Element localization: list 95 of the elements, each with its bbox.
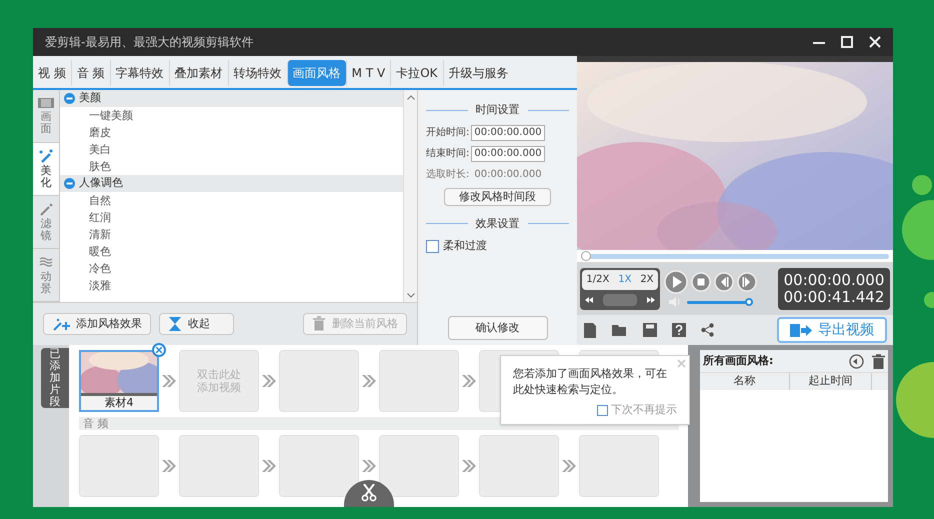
- stop-icon[interactable]: [691, 272, 711, 292]
- double-chevron-icon: [261, 459, 277, 473]
- new-file-icon[interactable]: [583, 322, 597, 338]
- progress-thumb[interactable]: [581, 251, 591, 261]
- tree-item[interactable]: 肤色: [60, 158, 403, 175]
- save-icon[interactable]: [643, 323, 657, 337]
- field-label: 开始时间:: [426, 126, 470, 140]
- tab[interactable]: 视 频: [33, 60, 71, 86]
- video-clip[interactable]: 素材4: [79, 350, 159, 412]
- magic-wand-icon: [38, 202, 54, 216]
- tree-group[interactable]: 美颜: [60, 90, 403, 107]
- tree-group[interactable]: 人像调色: [60, 175, 403, 192]
- collapse-icon[interactable]: [64, 93, 75, 104]
- progress-slider[interactable]: [581, 251, 889, 261]
- double-chevron-icon: [561, 459, 577, 473]
- trash-icon[interactable]: [872, 354, 885, 368]
- locate-icon[interactable]: [849, 354, 864, 368]
- clip-label: 素材4: [104, 396, 134, 410]
- speed-option[interactable]: 2X: [640, 272, 654, 287]
- input-field[interactable]: 00:00:00.000: [471, 146, 545, 162]
- play-icon[interactable]: [664, 270, 688, 294]
- field-label: 结束时间:: [426, 146, 470, 161]
- film-icon: [38, 97, 54, 109]
- checkbox[interactable]: [426, 240, 439, 253]
- double-chevron-icon: [361, 459, 377, 473]
- tree-item[interactable]: 自然: [60, 192, 403, 209]
- side-tab[interactable]: 滤镜: [33, 196, 59, 249]
- modify-time-button[interactable]: 修改风格时间段: [444, 188, 551, 206]
- volume-slider[interactable]: [686, 298, 752, 306]
- scroll-up-icon[interactable]: [406, 94, 414, 100]
- help-icon[interactable]: [672, 323, 686, 337]
- input-field[interactable]: 00:00:00.000: [471, 124, 545, 140]
- toolbar-button[interactable]: 添加风格效果: [43, 313, 151, 335]
- section-title: 时间设置: [476, 102, 520, 118]
- double-chevron-icon: [461, 459, 477, 473]
- magic-wand-icon: [38, 149, 54, 163]
- double-chevron-icon: [261, 374, 277, 388]
- tree-item[interactable]: 美白: [60, 141, 403, 158]
- tree-item[interactable]: 红润: [60, 209, 403, 226]
- empty-slot[interactable]: [279, 435, 359, 497]
- tree-item[interactable]: 暖色: [60, 243, 403, 260]
- scroll-down-icon[interactable]: [406, 292, 414, 298]
- tree-item[interactable]: 一键美颜: [60, 107, 403, 124]
- window-title: 爱剪辑-最易用、最强大的视频剪辑软件: [45, 34, 254, 51]
- tooltip-text: 您若添加了画面风格效果，可在此处快速检索与定位。: [513, 366, 668, 398]
- double-chevron-icon: [161, 374, 177, 388]
- scrollbar[interactable]: [403, 90, 417, 302]
- tab[interactable]: 音 频: [70, 60, 110, 86]
- checkbox-label: 柔和过渡: [443, 238, 487, 254]
- duration-value: 00:00:00.000: [473, 168, 543, 182]
- double-chevron-icon: [161, 459, 177, 473]
- tree-group-label: 人像调色: [79, 175, 123, 192]
- tree-item[interactable]: 冷色: [60, 260, 403, 277]
- magic-wand-plus-icon: [52, 317, 70, 331]
- scissors-icon: [361, 484, 377, 502]
- volume-thumb[interactable]: [744, 298, 752, 306]
- tab[interactable]: 字幕特效: [110, 60, 169, 86]
- double-chevron-icon: [361, 374, 377, 388]
- tree-item[interactable]: 磨皮: [60, 124, 403, 141]
- side-tab[interactable]: 动景: [33, 249, 59, 302]
- next-frame-icon[interactable]: [737, 272, 757, 292]
- collapse-icon[interactable]: [64, 178, 75, 189]
- wave-icon: [39, 257, 53, 267]
- checkbox-label: 下次不再提示: [611, 402, 677, 418]
- section-title: 效果设置: [476, 216, 520, 232]
- panel-title: 所有画面风格:: [703, 352, 774, 369]
- double-chevron-icon: [461, 374, 477, 388]
- tab[interactable]: 卡拉OK: [390, 60, 443, 86]
- tab[interactable]: 叠加素材: [168, 60, 228, 86]
- confirm-button[interactable]: 确认修改: [448, 316, 548, 340]
- tab[interactable]: 升级与服务: [442, 60, 514, 86]
- trash-icon: [312, 316, 326, 332]
- empty-slot[interactable]: [379, 435, 459, 497]
- maximize-icon[interactable]: [841, 36, 853, 48]
- hourglass-icon: [168, 316, 182, 332]
- side-tab[interactable]: 美化: [33, 143, 59, 196]
- tree-item[interactable]: 清新: [60, 226, 403, 243]
- column-header[interactable]: 起止时间: [790, 373, 872, 390]
- share-icon[interactable]: [701, 323, 714, 337]
- toolbar-button[interactable]: 收起: [159, 313, 234, 335]
- checkbox[interactable]: [597, 404, 608, 416]
- field-label: 选取时长:: [426, 168, 470, 182]
- export-icon: [790, 324, 812, 336]
- column-header[interactable]: 名称: [700, 373, 790, 390]
- previous-frame-icon[interactable]: [714, 272, 734, 292]
- speed-option[interactable]: 1/2X: [586, 272, 610, 287]
- side-tab[interactable]: 画面: [33, 90, 59, 143]
- tab[interactable]: M T V: [346, 60, 390, 86]
- remove-icon[interactable]: [152, 343, 166, 357]
- folder-icon[interactable]: [612, 323, 628, 337]
- tree-group-label: 美颜: [79, 90, 101, 106]
- total-time: 00:00:41.442: [784, 288, 884, 306]
- current-time: 00:00:00.000: [784, 272, 884, 288]
- added-clips-tab[interactable]: 已添加片段: [41, 348, 69, 408]
- tree-item[interactable]: 淡雅: [60, 277, 403, 294]
